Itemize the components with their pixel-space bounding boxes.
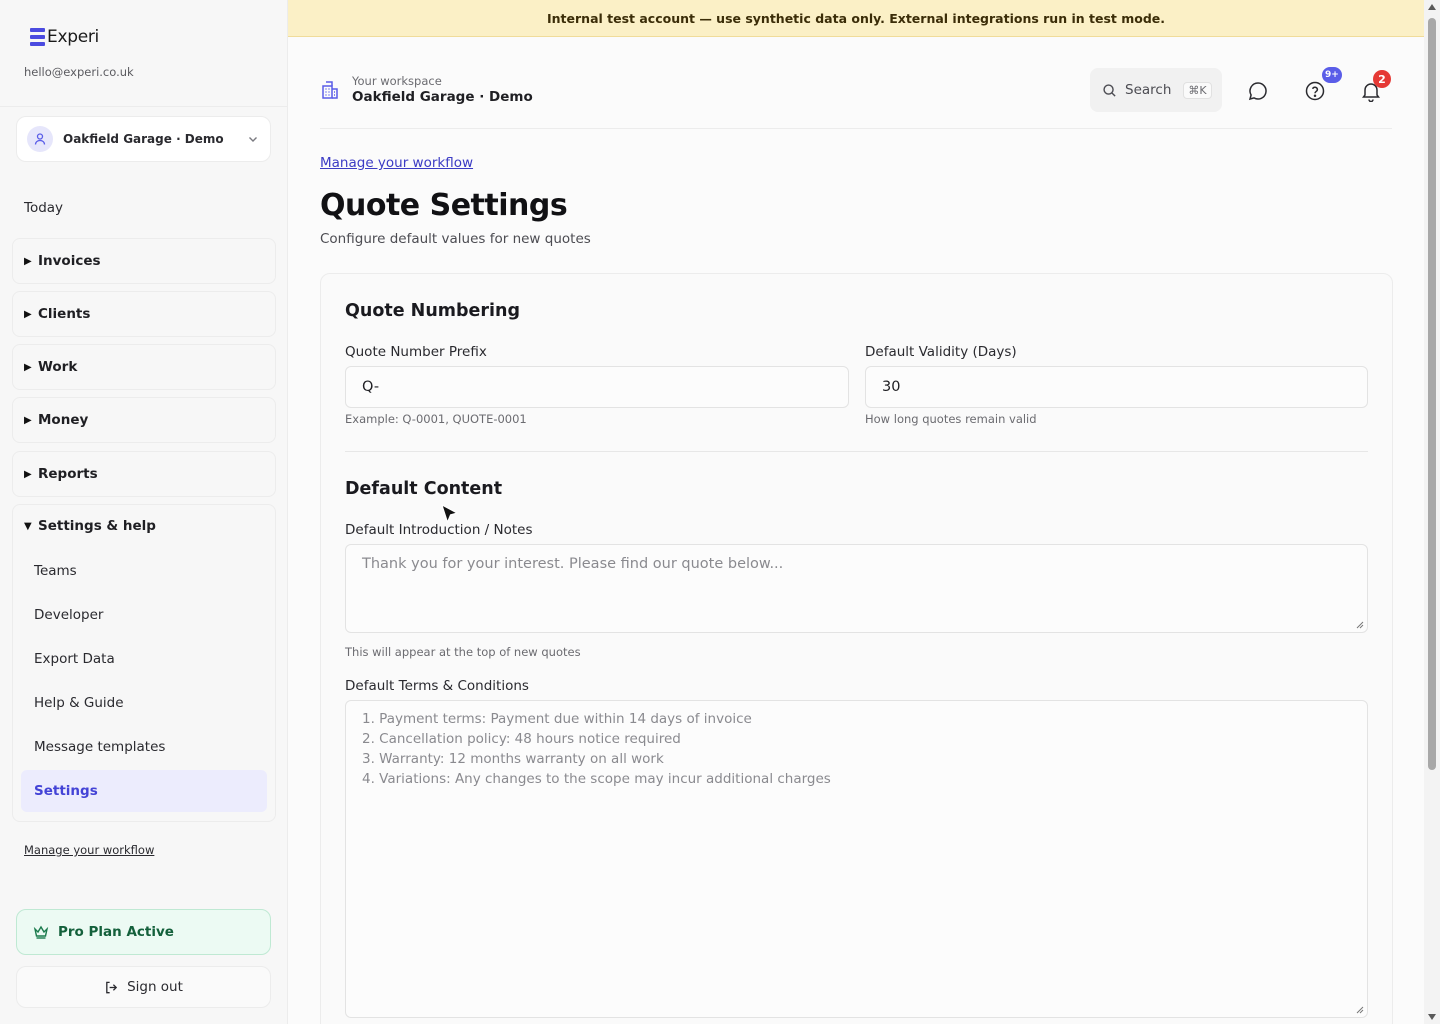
validity-label: Default Validity (Days): [865, 344, 1017, 360]
sign-out-label: Sign out: [127, 979, 183, 995]
test-account-banner: Internal test account — use synthetic da…: [288, 0, 1424, 37]
search-label: Search: [1125, 82, 1172, 98]
nav-item-export-data[interactable]: Export Data: [21, 638, 267, 680]
caret-right-icon: ▶: [24, 308, 32, 320]
quote-prefix-input[interactable]: Q-: [345, 366, 849, 408]
page-subtitle: Configure default values for new quotes: [320, 231, 591, 247]
nav-item-message-templates[interactable]: Message templates: [21, 726, 267, 768]
nav-group-label: Work: [38, 359, 78, 375]
caret-right-icon: ▶: [24, 361, 32, 373]
sign-out-button[interactable]: Sign out: [16, 966, 271, 1008]
sidebar: Experi hello@experi.co.uk Oakfield Garag…: [0, 0, 288, 1024]
search-button[interactable]: Search ⌘K: [1090, 68, 1222, 112]
prefix-label: Quote Number Prefix: [345, 344, 487, 360]
crown-icon: [33, 925, 49, 939]
nav-group-invoices[interactable]: ▶ Invoices: [12, 238, 276, 284]
nav-today[interactable]: Today: [24, 200, 63, 216]
page-title: Quote Settings: [320, 188, 568, 223]
section-title-numbering: Quote Numbering: [345, 301, 521, 321]
terms-textarea[interactable]: 1. Payment terms: Payment due within 14 …: [345, 700, 1368, 1018]
scroll-down-arrow-icon[interactable]: [1428, 1014, 1436, 1020]
nav-group-label: Clients: [38, 306, 91, 322]
nav-group-money[interactable]: ▶ Money: [12, 397, 276, 443]
nav-item-developer[interactable]: Developer: [21, 594, 267, 636]
resize-handle-icon[interactable]: [1356, 1006, 1364, 1014]
brand-name: Experi: [47, 27, 99, 47]
terms-label: Default Terms & Conditions: [345, 678, 529, 694]
chevron-down-icon: [249, 137, 257, 142]
caret-right-icon: ▶: [24, 414, 32, 426]
nav-group-label: Reports: [38, 466, 98, 482]
workspace-caption: Your workspace: [352, 74, 442, 88]
nav-item-help-guide[interactable]: Help & Guide: [21, 682, 267, 724]
prefix-hint: Example: Q-0001, QUOTE-0001: [345, 412, 527, 426]
terms-line: 4. Variations: Any changes to the scope …: [362, 771, 831, 787]
scroll-up-arrow-icon[interactable]: [1428, 4, 1436, 10]
workspace-selector[interactable]: Oakfield Garage · Demo: [16, 116, 271, 162]
workspace-selector-label: Oakfield Garage · Demo: [63, 132, 224, 146]
validity-days-input[interactable]: 30: [865, 366, 1368, 408]
section-title-content: Default Content: [345, 479, 503, 499]
sign-out-icon: [106, 981, 118, 993]
brand-logo-icon: [30, 28, 45, 46]
intro-hint: This will appear at the top of new quote…: [345, 645, 581, 659]
page-scrollbar[interactable]: [1424, 0, 1440, 1024]
account-email: hello@experi.co.uk: [24, 65, 134, 79]
nav-group-reports[interactable]: ▶ Reports: [12, 451, 276, 497]
nav-item-settings[interactable]: Settings: [21, 770, 267, 812]
nav-group-settings-help: ▼ Settings & help Teams Developer Export…: [12, 504, 276, 822]
nav-group-label: Invoices: [38, 253, 101, 269]
nav-group-clients[interactable]: ▶ Clients: [12, 291, 276, 337]
resize-handle-icon[interactable]: [1356, 621, 1364, 629]
nav-item-teams[interactable]: Teams: [21, 550, 267, 592]
intro-placeholder: Thank you for your interest. Please find…: [362, 556, 784, 572]
terms-line: 2. Cancellation policy: 48 hours notice …: [362, 731, 681, 747]
header-divider: [320, 128, 1392, 129]
user-icon: [27, 126, 53, 152]
nav-group-label: Settings & help: [38, 518, 156, 534]
terms-line: 1. Payment terms: Payment due within 14 …: [362, 711, 752, 727]
intro-label: Default Introduction / Notes: [345, 522, 533, 538]
help-badge: 9+: [1322, 67, 1342, 83]
plan-status-label: Pro Plan Active: [58, 924, 174, 940]
nav-group-label: Money: [38, 412, 89, 428]
building-icon: [322, 81, 338, 99]
mouse-cursor-icon: [441, 504, 459, 524]
notification-badge: 2: [1373, 70, 1391, 88]
manage-workflow-link[interactable]: Manage your workflow: [24, 843, 154, 857]
help-icon[interactable]: [1304, 80, 1326, 102]
search-shortcut: ⌘K: [1183, 81, 1212, 99]
plan-status[interactable]: Pro Plan Active: [16, 909, 271, 955]
chat-icon[interactable]: [1247, 80, 1269, 102]
caret-down-icon: ▼: [24, 520, 32, 532]
nav-group-settings-toggle[interactable]: ▼ Settings & help: [24, 518, 156, 534]
sidebar-divider: [0, 106, 287, 107]
caret-right-icon: ▶: [24, 468, 32, 480]
search-icon: [1103, 83, 1116, 97]
brand[interactable]: Experi: [30, 27, 99, 47]
section-divider: [345, 451, 1368, 452]
workspace-name: Oakfield Garage · Demo: [352, 89, 533, 105]
nav-group-work[interactable]: ▶ Work: [12, 344, 276, 390]
validity-hint: How long quotes remain valid: [865, 412, 1037, 426]
terms-line: 3. Warranty: 12 months warranty on all w…: [362, 751, 664, 767]
scroll-thumb[interactable]: [1428, 18, 1436, 770]
breadcrumb-link[interactable]: Manage your workflow: [320, 155, 473, 171]
intro-notes-textarea[interactable]: Thank you for your interest. Please find…: [345, 544, 1368, 633]
caret-right-icon: ▶: [24, 255, 32, 267]
